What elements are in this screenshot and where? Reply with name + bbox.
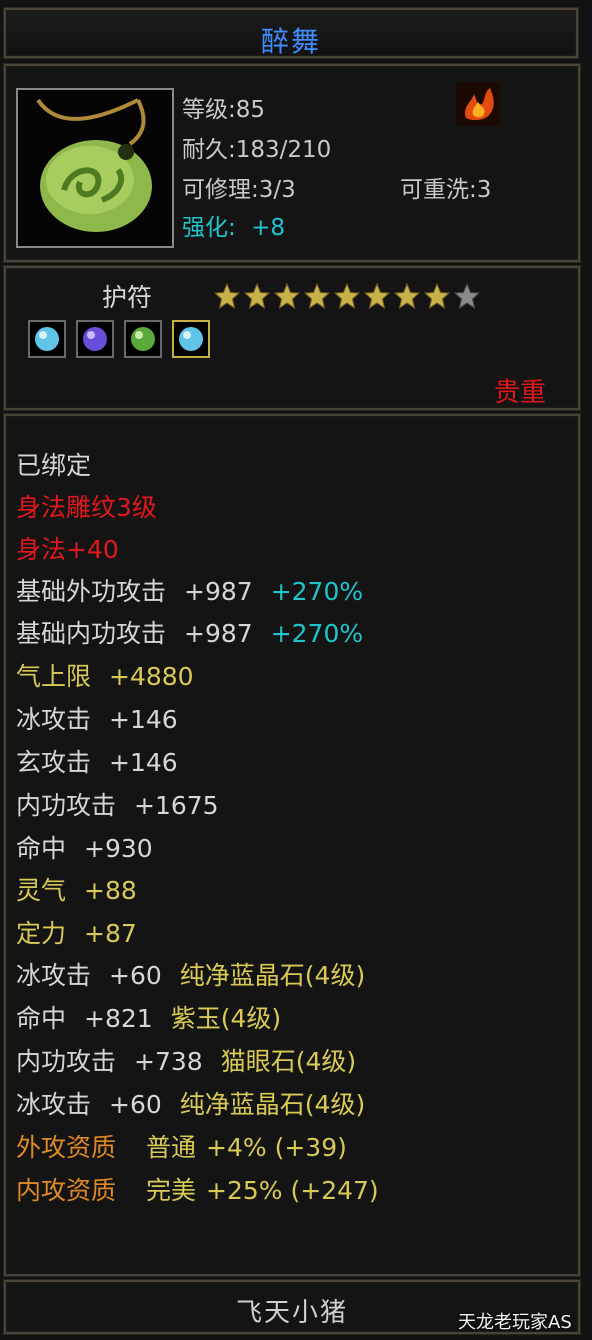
ice-attr: 冰攻击 +146	[16, 700, 178, 736]
item-repairable: 可修理:3/3	[182, 177, 296, 203]
attr-label: 冰攻击	[16, 705, 92, 734]
attr-label: 命中	[16, 834, 67, 863]
quality-label: 内攻资质	[16, 1176, 117, 1205]
item-tooltip: 醉舞 等级:85 耐久:183/210 可修理:3/3 可重洗:3 强化: +8	[0, 0, 592, 1340]
qi-attr: 气上限 +4880	[16, 657, 194, 693]
attr-label: 灵气	[16, 876, 67, 905]
item-icon-slot[interactable]	[16, 88, 174, 248]
spirit-attr: 灵气 +88	[16, 871, 137, 907]
attr-value: +88	[84, 876, 137, 905]
attr-value: +60	[109, 961, 162, 990]
enhance-label: 强化:	[182, 215, 236, 241]
quality-attr-1: 外攻资质 普通 +4% (+39)	[16, 1128, 347, 1164]
gem-attr-1: 冰攻击 +60 纯净蓝晶石(4级)	[16, 956, 365, 992]
gem-slot-4[interactable]	[172, 320, 210, 358]
watermark: 天龙老玩家AS	[458, 1312, 572, 1333]
attr-label: 内功攻击	[16, 791, 117, 820]
quality-value: +25% (+247)	[206, 1176, 379, 1205]
inner-attack-attr: 内功攻击 +1675	[16, 786, 219, 822]
bound-status: 已绑定	[16, 451, 92, 480]
quality-grade: 普通	[146, 1133, 197, 1162]
fire-icon	[456, 82, 500, 126]
item-type: 护符	[102, 283, 153, 312]
star-filled-icon	[423, 282, 451, 310]
attr-label: 基础内功攻击	[16, 619, 167, 648]
quality-value: +4% (+39)	[206, 1133, 347, 1162]
blue-gem-icon	[179, 327, 203, 351]
attr-label: 基础外功攻击	[16, 577, 167, 606]
attribute-panel: 已绑定 身法雕纹3级 身法+40 基础外功攻击 +987 +270% 基础内功攻击 +…	[4, 414, 580, 1276]
item-durability: 耐久:183/210	[182, 137, 332, 163]
int-attack-attr: 基础内功攻击 +987 +270%	[16, 614, 363, 650]
star-filled-icon	[273, 282, 301, 310]
gem-slot-3[interactable]	[124, 320, 162, 358]
attr-value: +146	[109, 748, 178, 777]
attr-value: +1675	[134, 791, 219, 820]
item-enhance: 强化: +8	[182, 208, 285, 242]
quality-label: 外攻资质	[16, 1133, 117, 1162]
attr-value: +821	[84, 1004, 153, 1033]
gem-attr-2: 命中 +821 紫玉(4级)	[16, 999, 281, 1035]
star-filled-icon	[363, 282, 391, 310]
attr-pct: +270%	[270, 619, 364, 648]
attr-label: 冰攻击	[16, 1090, 92, 1119]
star-filled-icon	[213, 282, 241, 310]
title-bar: 醉舞	[4, 8, 578, 58]
star-empty-icon	[453, 282, 481, 310]
ext-attack-attr: 基础外功攻击 +987 +270%	[16, 572, 363, 608]
gem-name: 纯净蓝晶石(4级)	[179, 961, 366, 990]
green-gem-icon	[131, 327, 155, 351]
gem-attr-4: 冰攻击 +60 纯净蓝晶石(4级)	[16, 1085, 365, 1121]
item-rewashable: 可重洗:3	[400, 177, 492, 203]
star-filled-icon	[303, 282, 331, 310]
attr-value: +146	[109, 705, 178, 734]
gem-attr-3: 内功攻击 +738 猫眼石(4级)	[16, 1042, 356, 1078]
star-filled-icon	[333, 282, 361, 310]
attr-label: 玄攻击	[16, 748, 92, 777]
quality-grade: 完美	[146, 1176, 197, 1205]
star-rating	[212, 282, 482, 310]
gem-slot-1[interactable]	[28, 320, 66, 358]
xuan-attr: 玄攻击 +146	[16, 743, 178, 779]
gem-slot-2[interactable]	[76, 320, 114, 358]
star-filled-icon	[243, 282, 271, 310]
attr-value: +987	[184, 577, 253, 606]
attr-label: 气上限	[16, 662, 92, 691]
attr-value: +87	[84, 919, 137, 948]
type-panel: 护符 贵重	[4, 266, 580, 410]
star-filled-icon	[393, 282, 421, 310]
info-panel: 等级:85 耐久:183/210 可修理:3/3 可重洗:3 强化: +8	[4, 64, 580, 262]
item-level: 等级:85	[182, 97, 266, 123]
attr-label: 内功攻击	[16, 1047, 117, 1076]
jade-pendant-icon	[18, 90, 172, 246]
attr-value: +60	[109, 1090, 162, 1119]
agility-attr: 身法+40	[16, 535, 119, 564]
attr-label: 冰攻击	[16, 961, 92, 990]
attr-value: +987	[184, 619, 253, 648]
engrave-attr: 身法雕纹3级	[16, 493, 157, 522]
gem-name: 纯净蓝晶石(4级)	[179, 1090, 366, 1119]
item-grade: 贵重	[493, 378, 546, 408]
quality-attr-2: 内攻资质 完美 +25% (+247)	[16, 1171, 379, 1207]
attr-value: +930	[84, 834, 153, 863]
gem-name: 紫玉(4级)	[170, 1004, 282, 1033]
focus-attr: 定力 +87	[16, 914, 137, 950]
attr-label: 定力	[16, 919, 67, 948]
enhance-value: +8	[251, 215, 285, 241]
item-name: 醉舞	[260, 25, 321, 58]
hit-attr: 命中 +930	[16, 829, 153, 865]
purple-gem-icon	[83, 327, 107, 351]
attr-label: 命中	[16, 1004, 67, 1033]
attr-value: +738	[134, 1047, 203, 1076]
blue-gem-icon	[35, 327, 59, 351]
gem-name: 猫眼石(4级)	[220, 1047, 357, 1076]
attr-value: +4880	[109, 662, 194, 691]
attr-pct: +270%	[270, 577, 364, 606]
